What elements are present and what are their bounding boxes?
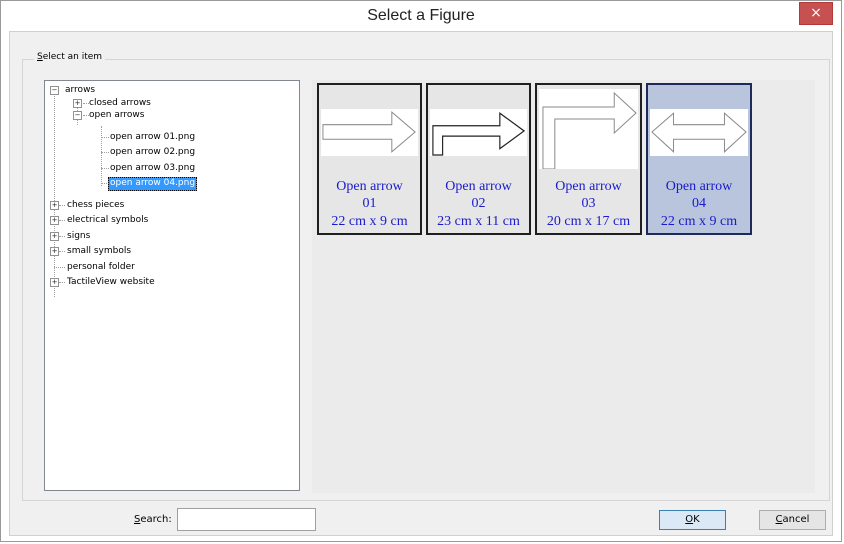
figure-card-01[interactable]: Open arrow 01 22 cm x 9 cm [317,83,422,235]
figure-card-04[interactable]: Open arrow 04 22 cm x 9 cm [646,83,752,235]
close-button[interactable]: × [799,2,833,25]
card-size: 22 cm x 9 cm [660,214,738,229]
figure-card-03[interactable]: Open arrow 03 20 cm x 17 cm [535,83,642,235]
expand-icon[interactable]: + [50,201,59,210]
card-size: 22 cm x 9 cm [331,214,408,229]
dialog-title: Select a Figure [367,7,475,24]
expand-icon[interactable]: + [50,278,59,287]
card-title: Open arrow [555,179,622,194]
tree-item-arrows[interactable]: arrows [65,84,95,96]
double-arrow-icon [650,109,748,156]
category-tree[interactable]: − + − + + + + + arrows closed arrows ope… [44,80,300,491]
card-number: 03 [581,196,596,211]
tree-item-signs[interactable]: signs [67,230,90,242]
card-title: Open arrow [445,179,512,194]
expand-icon[interactable]: + [50,232,59,241]
tree-item-electrical-symbols[interactable]: electrical symbols [67,214,148,226]
collapse-icon[interactable]: − [73,111,82,120]
card-number: 02 [471,196,486,211]
tree-item-chess-pieces[interactable]: chess pieces [67,199,124,211]
ok-button[interactable]: OK [659,510,726,530]
expand-icon[interactable]: + [50,216,59,225]
title-bar: Select a Figure × [1,1,841,31]
collapse-icon[interactable]: − [50,86,59,95]
card-number: 01 [362,196,377,211]
bent-arrow-icon [430,109,527,156]
figure-card-02[interactable]: Open arrow 02 23 cm x 11 cm [426,83,531,235]
tree-item-closed-arrows[interactable]: closed arrows [89,97,151,109]
card-title: Open arrow [336,179,403,194]
close-icon: × [810,5,822,21]
tree-item-small-symbols[interactable]: small symbols [67,245,131,257]
corner-arrow-icon [539,89,638,170]
tree-item-open-arrow-03[interactable]: open arrow 03.png [110,162,195,174]
card-size: 20 cm x 17 cm [546,214,631,229]
expand-icon[interactable]: + [73,99,82,108]
tree-item-open-arrow-04[interactable]: open arrow 04.png [108,177,198,191]
card-number: 04 [692,196,706,211]
card-title: Open arrow [665,179,733,194]
tree-item-personal-folder[interactable]: personal folder [67,261,135,273]
tree-item-open-arrow-02[interactable]: open arrow 02.png [110,146,195,158]
expand-icon[interactable]: + [50,247,59,256]
card-size: 23 cm x 11 cm [437,214,520,229]
groupbox-label: Select an item [34,52,106,62]
search-input[interactable] [177,508,316,531]
search-label: Search: [134,514,172,525]
straight-arrow-icon [321,109,418,156]
tree-item-open-arrows[interactable]: open arrows [89,109,144,121]
tree-item-tactileview-website[interactable]: TactileView website [67,276,155,288]
cancel-button[interactable]: Cancel [759,510,826,530]
tree-item-open-arrow-01[interactable]: open arrow 01.png [110,131,195,143]
